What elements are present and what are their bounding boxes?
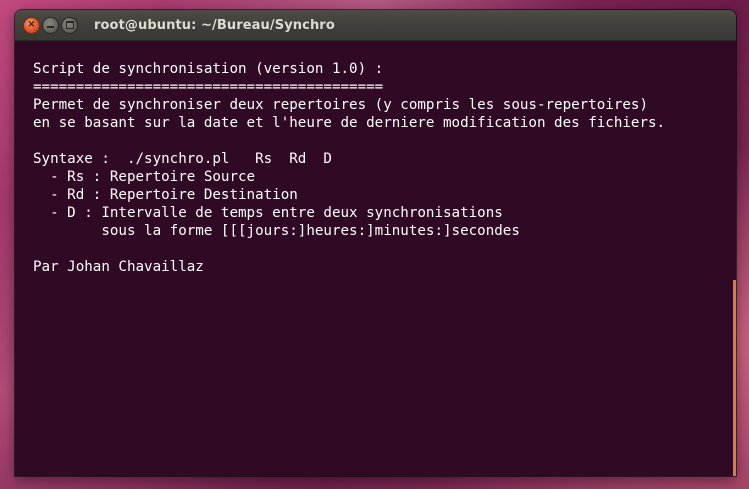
- close-button[interactable]: ×: [23, 16, 40, 34]
- terminal-line: Par Johan Chavaillaz: [33, 259, 204, 275]
- terminal-line: - Rs : Repertoire Source: [33, 169, 256, 185]
- terminal-line: Syntaxe : ./synchro.pl Rs Rd D: [33, 151, 332, 167]
- window-title: root@ubuntu: ~/Bureau/Synchro: [94, 17, 335, 33]
- maximize-button[interactable]: [61, 16, 78, 34]
- minimize-button[interactable]: [42, 16, 59, 34]
- maximize-icon: [65, 21, 74, 29]
- terminal-line: - D : Intervalle de temps entre deux syn…: [33, 205, 503, 221]
- terminal-line: - Rd : Repertoire Destination: [33, 187, 298, 203]
- terminal-line: Script de synchronisation (version 1.0) …: [33, 61, 384, 77]
- window-controls: ×: [23, 16, 78, 34]
- terminal-line: en se basant sur la date et l'heure de d…: [33, 115, 666, 131]
- terminal-line: sous la forme [[[jours:]heures:]minutes:…: [33, 223, 520, 239]
- minimize-icon: [47, 26, 54, 28]
- terminal-window[interactable]: × root@ubuntu: ~/Bureau/Synchro Script d…: [15, 10, 736, 476]
- terminal-line: Permet de synchroniser deux repertoires …: [33, 97, 648, 113]
- terminal-line: ========================================…: [33, 79, 384, 95]
- close-icon: ×: [27, 19, 36, 30]
- title-bar[interactable]: × root@ubuntu: ~/Bureau/Synchro: [15, 10, 736, 41]
- terminal-output[interactable]: Script de synchronisation (version 1.0) …: [15, 41, 736, 476]
- scrollbar[interactable]: [733, 280, 736, 476]
